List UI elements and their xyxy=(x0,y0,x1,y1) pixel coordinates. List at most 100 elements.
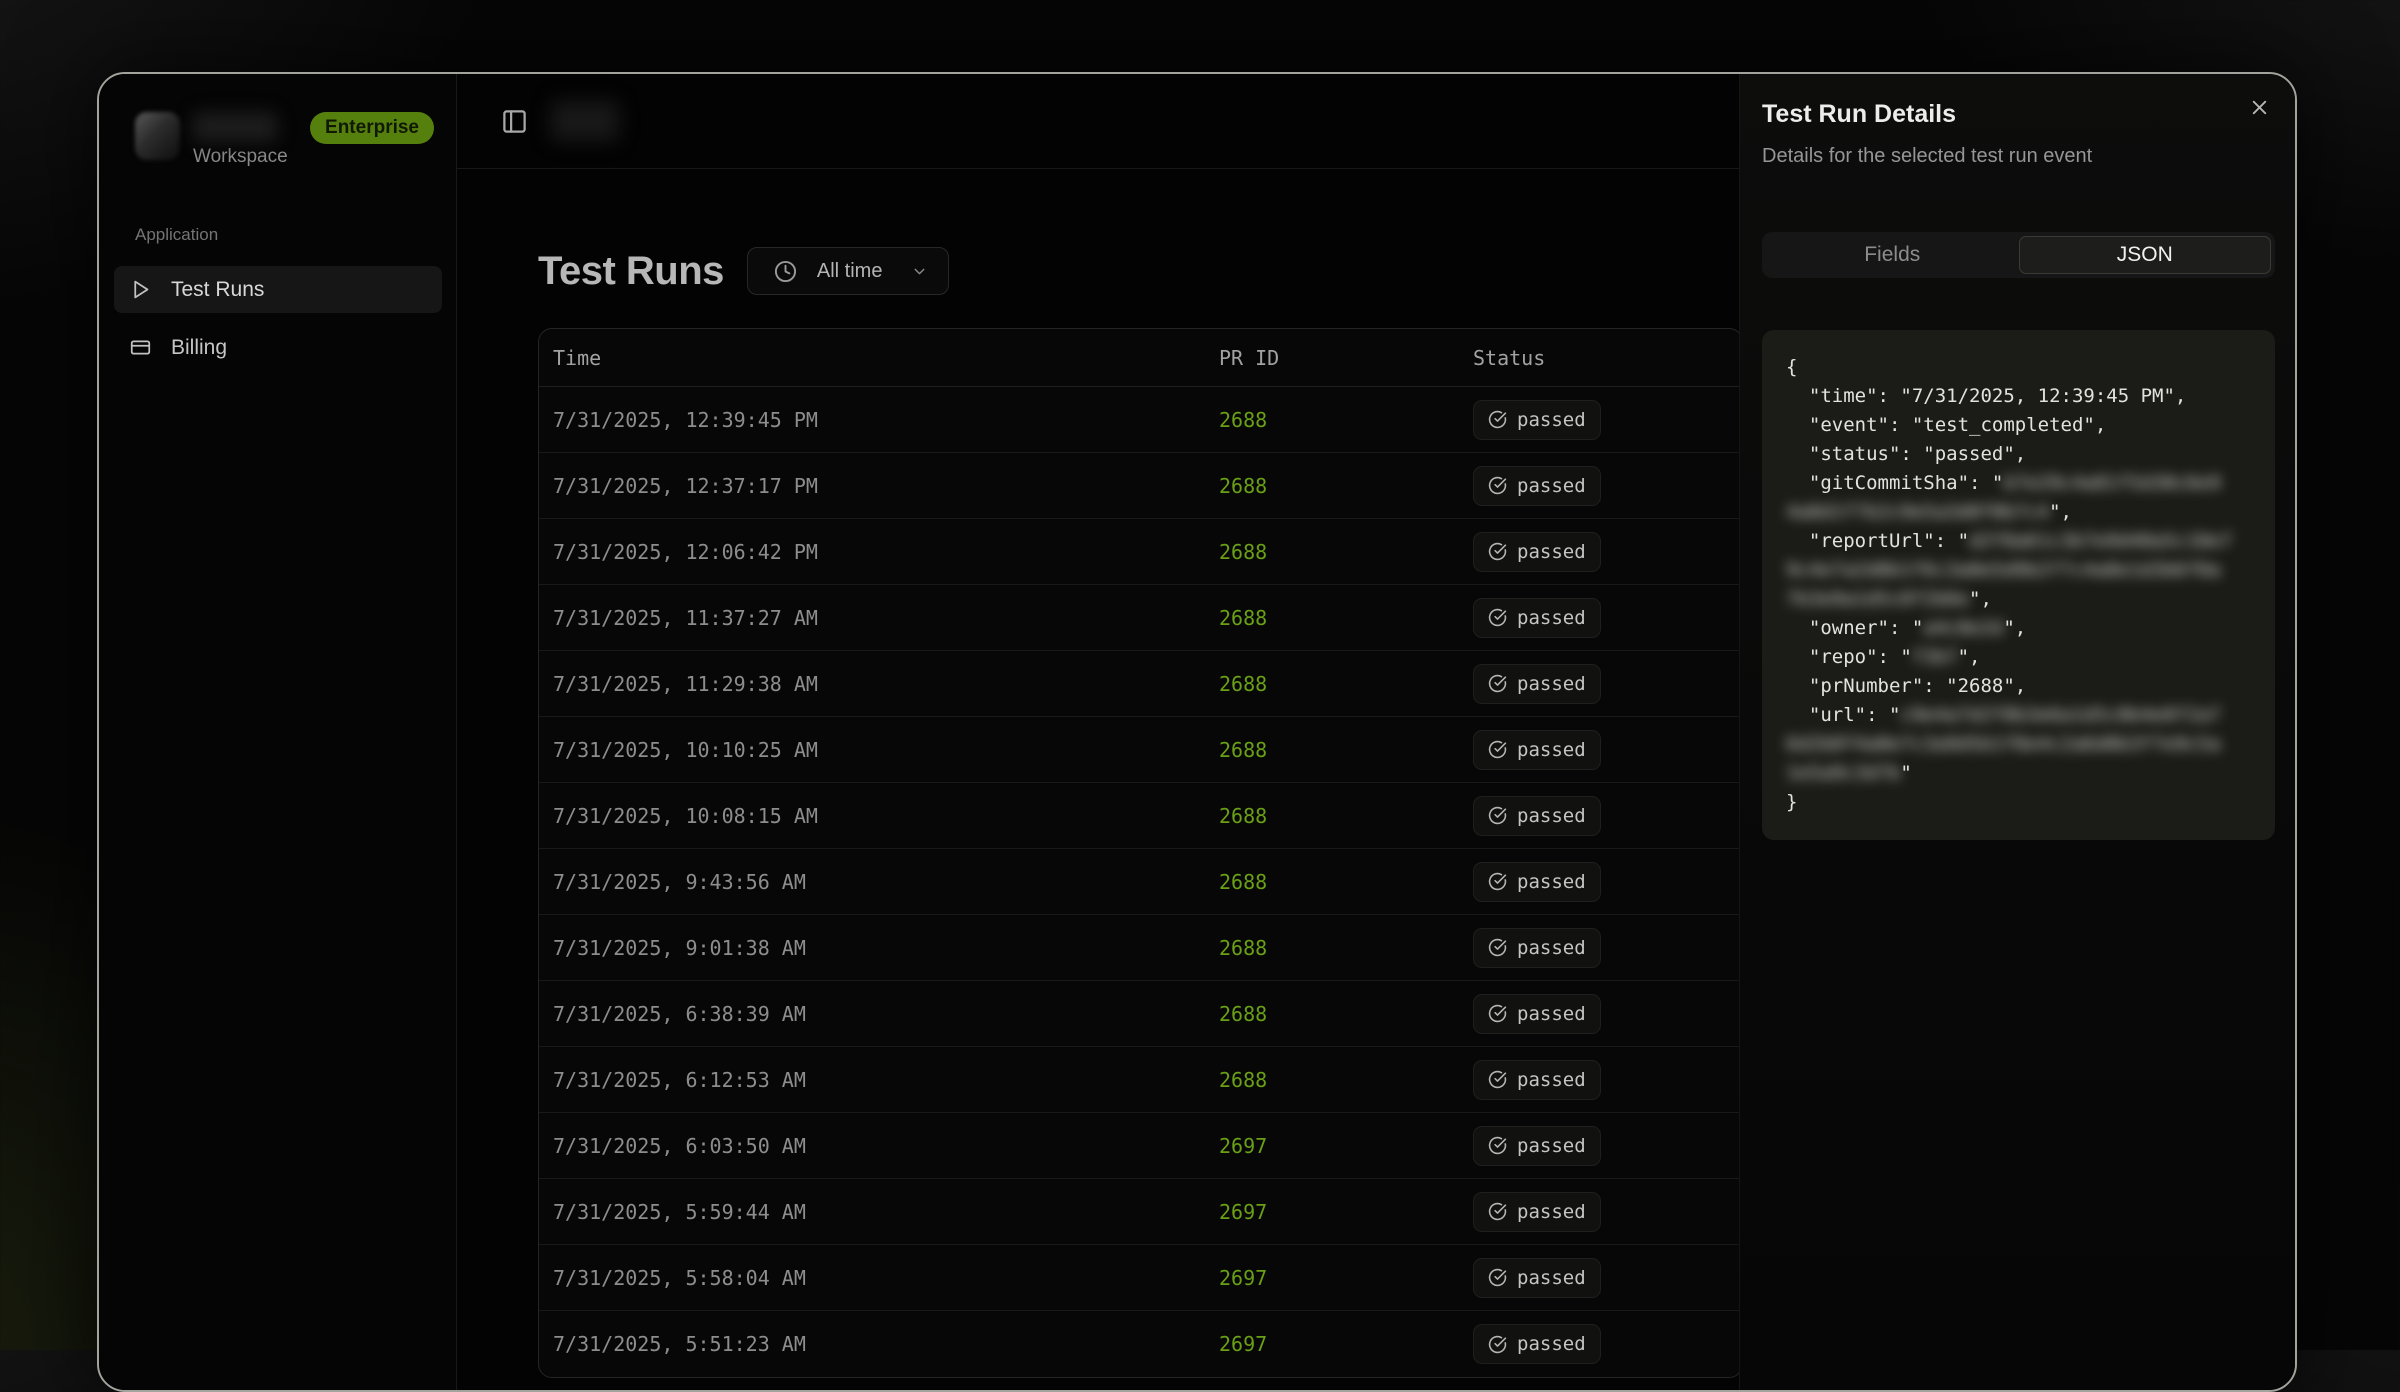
status-badge: passed xyxy=(1473,862,1601,902)
table-row[interactable]: 7/31/2025, 9:01:38 AM2688passed xyxy=(539,915,1742,981)
cell-pr-id: 2688 xyxy=(1205,1068,1459,1092)
pr-link[interactable]: 2688 xyxy=(1219,474,1267,498)
json-line: "time": "7/31/2025, 12:39:45 PM", xyxy=(1786,382,2251,411)
json-line: "repo": "f3b7", xyxy=(1786,643,2251,672)
status-badge: passed xyxy=(1473,1126,1601,1166)
tab-json[interactable]: JSON xyxy=(2019,236,2272,274)
status-label: passed xyxy=(1517,475,1586,497)
json-line: "prNumber": "2688", xyxy=(1786,672,2251,701)
table-row[interactable]: 7/31/2025, 5:51:23 AM2697passed xyxy=(539,1311,1742,1377)
table-row[interactable]: 7/31/2025, 6:38:39 AM 2688 passed xyxy=(539,981,1742,1047)
cell-time: 7/31/2025, 10:10:25 AM xyxy=(539,738,1205,762)
page-title: Test Runs xyxy=(538,247,724,295)
workspace-switcher[interactable]: Workspace Enterprise xyxy=(135,112,434,168)
table-row[interactable]: 7/31/2025, 9:43:56 AM 2688 passed xyxy=(539,849,1742,915)
main-header xyxy=(457,74,1739,169)
json-line: } xyxy=(1786,788,2251,817)
status-badge: passed xyxy=(1473,466,1601,506)
pr-link[interactable]: 2688 xyxy=(1219,408,1267,432)
circle-check-icon xyxy=(1488,1202,1507,1221)
status-badge: passed xyxy=(1473,994,1601,1034)
redacted-text: a4c8e2d xyxy=(1923,617,2003,639)
status-badge: passed xyxy=(1473,796,1601,836)
chevron-down-icon xyxy=(911,263,928,280)
app-window: Workspace Enterprise Application Test Ru… xyxy=(97,72,2297,1392)
redacted-text: 1e5a9c3d7b xyxy=(1786,762,1900,784)
circle-check-icon xyxy=(1488,872,1507,891)
table-row[interactable]: 7/31/2025, 5:58:04 AM2697passed xyxy=(539,1245,1742,1311)
cell-pr-id: 2688 xyxy=(1205,870,1459,894)
status-label: passed xyxy=(1517,541,1586,563)
pr-link[interactable]: 2688 xyxy=(1219,1068,1267,1092)
status-label: passed xyxy=(1517,1003,1586,1025)
cell-pr-id: 2688 xyxy=(1205,804,1459,828)
table-row[interactable]: 7/31/2025, 12:37:17 PM2688passed xyxy=(539,453,1742,519)
table-row[interactable]: 7/31/2025, 10:10:25 AM 2688 passed xyxy=(539,717,1742,783)
redacted-text: 6d2b8f4a0e7c3a9d5b1f8e4c2a6d0b3f7e9c5a xyxy=(1786,733,2221,755)
cell-status: passed xyxy=(1459,1126,1742,1166)
pr-link[interactable]: 2688 xyxy=(1219,738,1267,762)
cell-time: 7/31/2025, 12:39:45 PM xyxy=(539,408,1205,432)
panel-left-icon xyxy=(501,108,528,135)
redacted-text: c9e4a7d2f8b3e6a1d5c0b4e8f2a7 xyxy=(1900,704,2220,726)
status-badge: passed xyxy=(1473,1324,1601,1364)
panel-title: Test Run Details xyxy=(1762,100,2275,129)
pr-link[interactable]: 2697 xyxy=(1219,1134,1267,1158)
table-row[interactable]: 7/31/2025, 5:59:44 AM2697passed xyxy=(539,1179,1742,1245)
cell-time: 7/31/2025, 9:43:56 AM xyxy=(539,870,1205,894)
table-row[interactable]: 7/31/2025, 10:08:15 AM 2688 passed xyxy=(539,783,1742,849)
circle-check-icon xyxy=(1488,740,1507,759)
table-row[interactable]: 7/31/2025, 12:39:45 PM 2688 passed xyxy=(539,387,1742,453)
status-label: passed xyxy=(1517,1201,1586,1223)
redacted-text: 7b3e9a1d5c8f2b6e xyxy=(1786,588,1969,610)
circle-check-icon xyxy=(1488,1335,1507,1354)
close-button[interactable] xyxy=(2248,96,2271,119)
pr-link[interactable]: 2697 xyxy=(1219,1332,1267,1356)
cell-pr-id: 2688 xyxy=(1205,738,1459,762)
status-badge: passed xyxy=(1473,928,1601,968)
pr-link[interactable]: 2688 xyxy=(1219,540,1267,564)
cell-pr-id: 2688 xyxy=(1205,606,1459,630)
json-line: "gitCommitSha": "b7e29c4a81f5d30c6e9 xyxy=(1786,469,2251,498)
table-row[interactable]: 7/31/2025, 11:37:27 AM2688passed xyxy=(539,585,1742,651)
pr-link[interactable]: 2688 xyxy=(1219,672,1267,696)
pr-link[interactable]: 2688 xyxy=(1219,870,1267,894)
table-row[interactable]: 7/31/2025, 6:03:50 AM2697passed xyxy=(539,1113,1742,1179)
pr-link[interactable]: 2688 xyxy=(1219,606,1267,630)
table-body: 7/31/2025, 12:39:45 PM2688passed7/31/202… xyxy=(539,387,1742,1377)
cell-time: 7/31/2025, 6:38:39 AM xyxy=(539,1002,1205,1026)
status-label: passed xyxy=(1517,409,1586,431)
pr-link[interactable]: 2688 xyxy=(1219,1002,1267,1026)
cell-time: 7/31/2025, 12:06:42 PM xyxy=(539,540,1205,564)
table-row[interactable]: 7/31/2025, 6:12:53 AM2688passed xyxy=(539,1047,1742,1113)
cell-status: passed xyxy=(1459,994,1742,1034)
json-line: "url": "c9e4a7d2f8b3e6a1d5c0b4e8f2a7 xyxy=(1786,701,2251,730)
pr-link[interactable]: 2697 xyxy=(1219,1266,1267,1290)
pr-link[interactable]: 2688 xyxy=(1219,804,1267,828)
column-header-status: Status xyxy=(1459,346,1742,370)
tab-fields[interactable]: Fields xyxy=(1766,236,2019,274)
cell-time: 7/31/2025, 11:29:38 AM xyxy=(539,672,1205,696)
circle-check-icon xyxy=(1488,674,1507,693)
test-runs-table: Time PR ID Status 7/31/2025, 12:39:45 PM… xyxy=(538,328,1743,1378)
pr-link[interactable]: 2697 xyxy=(1219,1200,1267,1224)
cell-time: 7/31/2025, 10:08:15 AM xyxy=(539,804,1205,828)
table-row[interactable]: 7/31/2025, 12:06:42 PM 2688 passed xyxy=(539,519,1742,585)
sidebar-nav: Test Runs Billing xyxy=(114,266,442,371)
cell-pr-id: 2688 xyxy=(1205,474,1459,498)
workspace-label: Workspace xyxy=(193,146,288,168)
play-icon xyxy=(130,279,151,300)
cell-pr-id: 2688 xyxy=(1205,408,1459,432)
circle-check-icon xyxy=(1488,1004,1507,1023)
workspace-logo xyxy=(135,112,180,160)
pr-link[interactable]: 2688 xyxy=(1219,936,1267,960)
time-filter-dropdown[interactable]: All time xyxy=(747,247,950,295)
table-row[interactable]: 7/31/2025, 11:29:38 AM2688passed xyxy=(539,651,1742,717)
sidebar-item-test-runs[interactable]: Test Runs xyxy=(114,266,442,313)
cell-status: passed xyxy=(1459,730,1742,770)
status-label: passed xyxy=(1517,607,1586,629)
sidebar-toggle-button[interactable] xyxy=(501,108,528,135)
circle-check-icon xyxy=(1488,938,1507,957)
sidebar-item-billing[interactable]: Billing xyxy=(114,324,442,371)
close-icon xyxy=(2248,96,2271,119)
